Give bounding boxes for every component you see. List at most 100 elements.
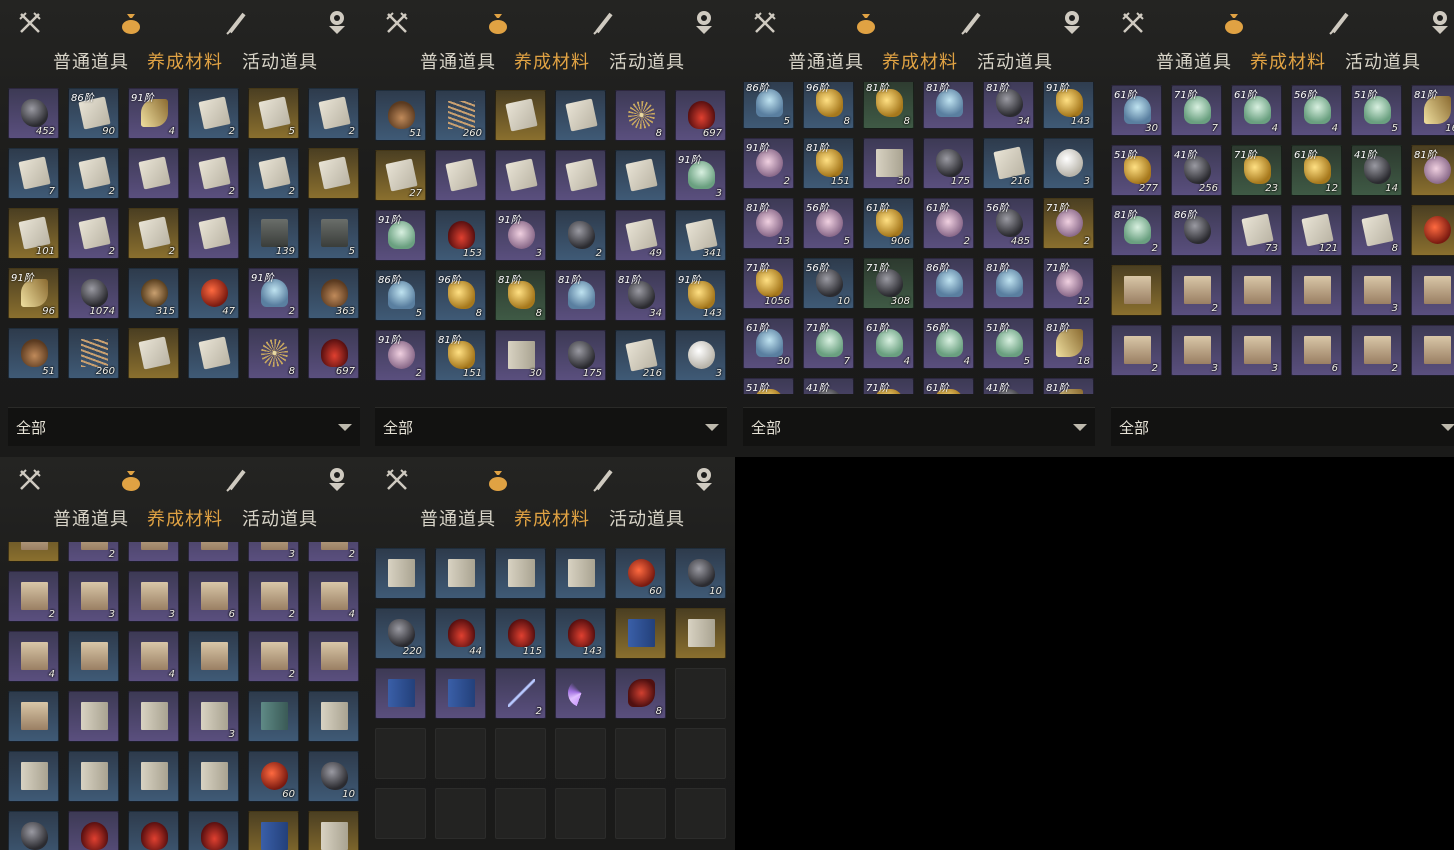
item-slot[interactable]: 71阶 12 (1043, 258, 1094, 309)
filter-dropdown[interactable]: 全部 (375, 407, 727, 446)
bell-badge-icon[interactable] (1055, 6, 1089, 40)
item-slot[interactable] (495, 150, 546, 201)
item-slot[interactable]: 86阶 (1171, 205, 1222, 256)
item-slot[interactable]: 81阶 (1411, 145, 1454, 196)
item-slot[interactable]: 81阶 2 (1111, 205, 1162, 256)
item-slot[interactable] (188, 751, 239, 802)
item-slot[interactable]: 81阶 8 (863, 82, 914, 129)
tab-event-items[interactable]: 活动道具 (977, 48, 1053, 74)
item-slot[interactable]: 91阶 2 (375, 330, 426, 381)
item-slot[interactable]: 341 (675, 210, 726, 261)
item-grid[interactable]: 2 3 2 2 3 3 6 2 4 4 4 2 3 60 10 (0, 542, 368, 850)
item-slot[interactable]: 2 (1171, 265, 1222, 316)
item-slot[interactable] (1411, 265, 1454, 316)
item-slot[interactable]: 1074 (68, 268, 119, 319)
tab-event-items[interactable]: 活动道具 (242, 48, 318, 74)
item-slot[interactable]: 2 (8, 571, 59, 622)
item-slot[interactable]: 2 (248, 631, 299, 682)
item-slot[interactable] (435, 548, 486, 599)
item-slot[interactable] (248, 691, 299, 742)
tab-cultivation-materials[interactable]: 养成材料 (1250, 48, 1326, 74)
item-slot[interactable]: 61阶 30 (743, 318, 794, 369)
item-slot[interactable]: 71阶 7 (803, 318, 854, 369)
tab-normal-items[interactable]: 普通道具 (420, 505, 496, 531)
item-slot[interactable]: 220 (375, 608, 426, 659)
item-slot[interactable] (8, 811, 59, 850)
item-slot[interactable]: 2 (68, 208, 119, 259)
item-slot[interactable]: 60 (248, 751, 299, 802)
item-grid[interactable]: 60 10 220 44 115 143 2 8 (367, 542, 735, 850)
item-slot[interactable] (68, 811, 119, 850)
item-slot[interactable]: 101 (8, 208, 59, 259)
item-slot[interactable]: 3 (128, 571, 179, 622)
item-slot[interactable] (1231, 265, 1282, 316)
item-slot[interactable]: 2 (248, 571, 299, 622)
tab-normal-items[interactable]: 普通道具 (1156, 48, 1232, 74)
item-slot[interactable]: 81阶 151 (803, 138, 854, 189)
scroll-brush-icon[interactable] (219, 463, 253, 497)
item-slot[interactable]: 91阶 143 (1043, 82, 1094, 129)
item-slot[interactable]: 56阶 10 (803, 258, 854, 309)
item-slot[interactable]: 2 (68, 542, 119, 562)
tab-event-items[interactable]: 活动道具 (609, 48, 685, 74)
filter-dropdown[interactable]: 全部 (1111, 407, 1454, 446)
item-slot[interactable]: 2 (1351, 325, 1402, 376)
item-slot[interactable]: 51阶 5 (1351, 85, 1402, 136)
item-slot[interactable]: 61阶 (923, 378, 974, 394)
tab-cultivation-materials[interactable]: 养成材料 (882, 48, 958, 74)
item-slot[interactable]: 71阶 308 (863, 258, 914, 309)
item-slot[interactable]: 7 (8, 148, 59, 199)
crossed-swords-icon[interactable] (748, 6, 782, 40)
item-slot[interactable]: 71阶 1056 (743, 258, 794, 309)
item-slot[interactable]: 2 (495, 668, 546, 719)
item-slot[interactable]: 2 (248, 148, 299, 199)
item-slot[interactable]: 91阶 4 (128, 88, 179, 139)
item-slot[interactable] (188, 631, 239, 682)
money-bag-icon[interactable] (114, 463, 148, 497)
item-slot[interactable]: 86阶 5 (743, 82, 794, 129)
item-slot[interactable] (495, 548, 546, 599)
money-bag-icon[interactable] (849, 6, 883, 40)
item-slot[interactable]: 81阶 (983, 258, 1034, 309)
item-slot[interactable]: 3 (68, 571, 119, 622)
item-slot[interactable]: 81阶 (1043, 378, 1094, 394)
item-slot[interactable] (128, 751, 179, 802)
item-slot[interactable] (8, 751, 59, 802)
item-slot[interactable]: 175 (923, 138, 974, 189)
item-slot[interactable]: 51阶 5 (983, 318, 1034, 369)
item-slot[interactable] (128, 328, 179, 379)
item-slot[interactable] (375, 668, 426, 719)
item-slot[interactable]: 3 (248, 542, 299, 562)
item-grid[interactable]: 452 86阶 90 91阶 4 2 5 2 7 2 2 2 101 2 2 139 5 91阶 96 1074 315… (0, 82, 368, 394)
item-slot[interactable]: 4 (128, 631, 179, 682)
item-slot[interactable] (248, 811, 299, 850)
item-slot[interactable] (1291, 265, 1342, 316)
tab-normal-items[interactable]: 普通道具 (788, 48, 864, 74)
item-slot[interactable] (188, 811, 239, 850)
item-slot[interactable]: 30 (863, 138, 914, 189)
item-slot[interactable]: 363 (308, 268, 359, 319)
item-slot[interactable]: 30 (495, 330, 546, 381)
item-slot[interactable]: 61阶 2 (923, 198, 974, 249)
item-slot[interactable]: 71阶 (863, 378, 914, 394)
item-slot[interactable]: 2 (308, 542, 359, 562)
item-slot[interactable] (128, 148, 179, 199)
item-slot[interactable] (308, 148, 359, 199)
item-slot[interactable]: 5 (308, 208, 359, 259)
item-slot[interactable]: 71阶 7 (1171, 85, 1222, 136)
item-slot[interactable]: 61阶 906 (863, 198, 914, 249)
item-slot[interactable]: 81阶 18 (1043, 318, 1094, 369)
item-slot[interactable]: 4 (8, 631, 59, 682)
item-slot[interactable]: 216 (615, 330, 666, 381)
item-slot[interactable]: 73 (1231, 205, 1282, 256)
item-slot[interactable]: 81阶 (923, 82, 974, 129)
tab-event-items[interactable]: 活动道具 (609, 505, 685, 531)
item-slot[interactable]: 61阶 12 (1291, 145, 1342, 196)
item-slot[interactable]: 86阶 90 (68, 88, 119, 139)
item-slot[interactable] (615, 150, 666, 201)
item-slot[interactable]: 452 (8, 88, 59, 139)
item-slot[interactable]: 56阶 5 (803, 198, 854, 249)
item-grid[interactable]: 9610743154723635126086972791阶391阶15391阶3… (367, 82, 735, 394)
item-slot[interactable]: 44 (435, 608, 486, 659)
item-slot[interactable]: 81阶 13 (743, 198, 794, 249)
